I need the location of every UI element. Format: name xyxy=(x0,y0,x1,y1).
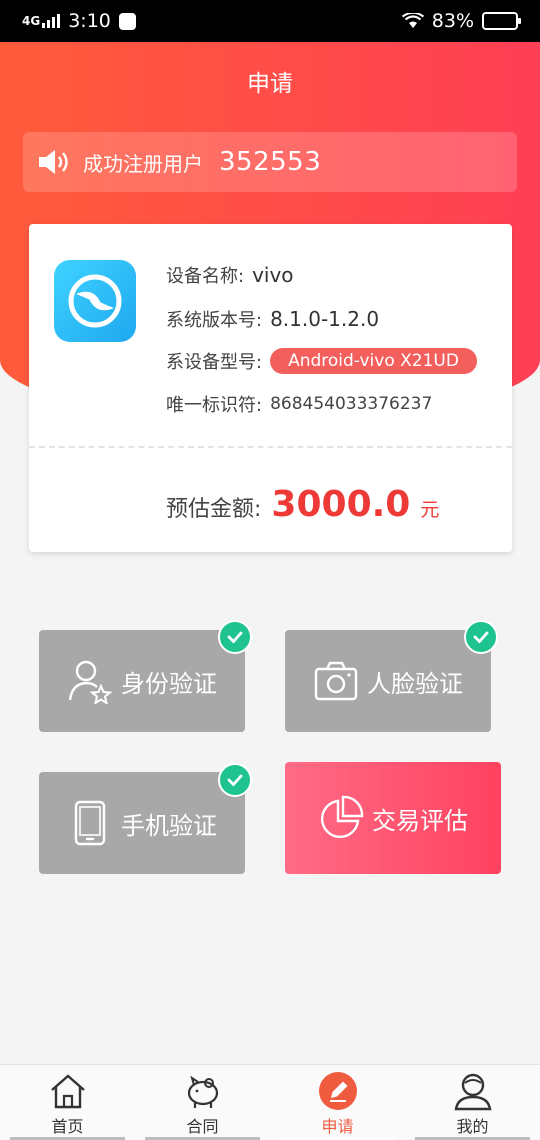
device-name-value: vivo xyxy=(252,263,294,287)
notice-label: 成功注册用户 xyxy=(83,151,203,176)
tab-contract-label: 合同 xyxy=(186,1117,219,1136)
status-right: 83% xyxy=(401,10,521,32)
tab-apply[interactable]: 申请 xyxy=(270,1065,405,1140)
signal-icon: 4G xyxy=(22,14,61,28)
status-bar: 4G 3:10 83% xyxy=(0,0,540,42)
device-name-label: 设备名称: xyxy=(166,266,245,287)
tab-mine[interactable]: 我的 xyxy=(405,1065,540,1140)
unique-id-value: 868454033376237 xyxy=(270,394,433,414)
device-name-row: 设备名称: vivo xyxy=(166,262,294,288)
status-time: 3:10 xyxy=(68,10,111,32)
estimated-amount-label: 预估金额: xyxy=(166,497,262,522)
speaker-icon xyxy=(39,150,68,174)
estimated-amount: 预估金额: 3000.0 元 xyxy=(166,484,439,525)
identity-verified-check-icon xyxy=(218,620,252,654)
battery-icon xyxy=(482,12,521,30)
unique-id-label: 唯一标识符: xyxy=(166,395,263,416)
phone-verification-button[interactable]: 手机验证 xyxy=(39,772,245,874)
notice-count: 352553 xyxy=(219,147,322,177)
device-model-label: 系设备型号: xyxy=(166,352,263,373)
page-title: 申请 xyxy=(247,71,293,97)
wifi-icon xyxy=(401,13,424,28)
registered-users-notice: 成功注册用户 352553 xyxy=(23,132,517,192)
system-version-value: 8.1.0-1.2.0 xyxy=(270,307,380,331)
device-model-badge: Android-vivo X21UD xyxy=(270,348,477,374)
tab-home[interactable]: 首页 xyxy=(0,1065,135,1140)
tab-mine-label: 我的 xyxy=(456,1117,489,1136)
tab-contract[interactable]: 合同 xyxy=(135,1065,270,1140)
network-type: 4G xyxy=(22,14,41,28)
edit-icon xyxy=(318,1072,357,1110)
home-icon xyxy=(50,1074,85,1109)
phone-verified-check-icon xyxy=(218,763,252,797)
tab-apply-label: 申请 xyxy=(321,1117,354,1136)
system-version-row: 系统版本号: 8.1.0-1.2.0 xyxy=(166,306,379,332)
face-verification-label: 人脸验证 xyxy=(367,669,463,698)
phone-verification-label: 手机验证 xyxy=(121,811,217,840)
phone-icon xyxy=(74,800,106,846)
status-left: 4G 3:10 xyxy=(22,10,136,32)
app-logo-icon xyxy=(54,260,136,342)
camera-icon xyxy=(314,661,358,701)
person-icon xyxy=(454,1073,491,1111)
identity-verification-label: 身份验证 xyxy=(121,669,217,698)
unique-id-row: 唯一标识符: 868454033376237 xyxy=(166,391,432,417)
tab-home-label: 首页 xyxy=(51,1117,84,1136)
identity-verification-button[interactable]: 身份验证 xyxy=(39,630,245,732)
piggy-bank-icon xyxy=(187,1075,218,1108)
estimated-amount-unit: 元 xyxy=(420,499,440,521)
estimated-amount-value: 3000.0 xyxy=(271,484,411,525)
device-info-card: 设备名称: vivo 系统版本号: 8.1.0-1.2.0 系设备型号: And… xyxy=(29,224,512,552)
transaction-assessment-label: 交易评估 xyxy=(372,806,468,835)
battery-percent: 83% xyxy=(431,10,474,32)
notification-app-icon xyxy=(118,12,136,30)
user-star-icon xyxy=(68,660,113,704)
face-verification-button[interactable]: 人脸验证 xyxy=(285,630,491,732)
dashed-divider xyxy=(29,446,512,448)
bottom-tab-bar: 首页 合同 申请 我的 xyxy=(0,1064,540,1140)
pie-chart-icon xyxy=(320,795,364,839)
device-model-row: 系设备型号: Android-vivo X21UD xyxy=(166,348,477,374)
face-verified-check-icon xyxy=(464,620,498,654)
transaction-assessment-button[interactable]: 交易评估 xyxy=(285,762,501,874)
system-version-label: 系统版本号: xyxy=(166,310,263,331)
